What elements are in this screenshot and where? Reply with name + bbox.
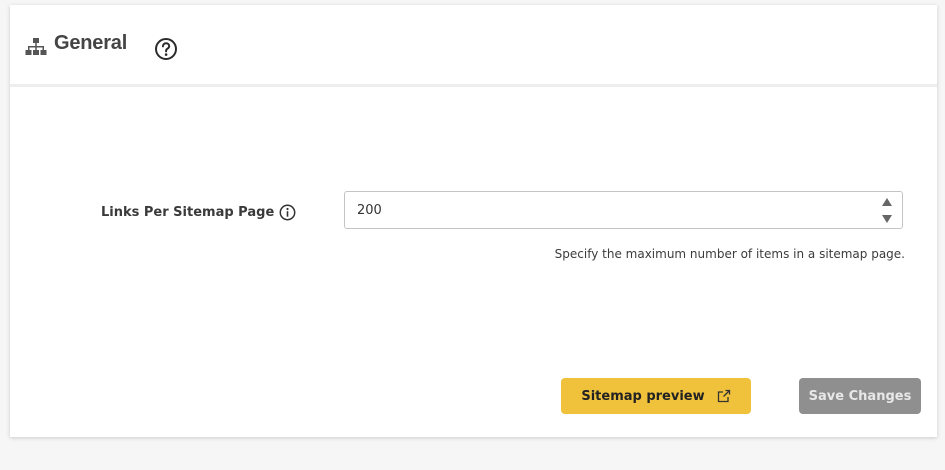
settings-panel: General Links Per Sitemap Page Specify t… <box>10 5 937 437</box>
info-circle-icon[interactable] <box>279 204 296 221</box>
save-changes-button[interactable]: Save Changes <box>799 378 921 414</box>
external-link-icon <box>717 389 730 403</box>
question-circle-icon[interactable] <box>154 37 178 61</box>
field-label-text: Links Per Sitemap Page <box>101 204 275 220</box>
sitemap-icon <box>25 38 47 55</box>
field-help-text: Specify the maximum number of items in a… <box>554 247 905 261</box>
links-per-page-label: Links Per Sitemap Page <box>101 201 296 223</box>
sitemap-preview-label: Sitemap preview <box>581 388 705 404</box>
page-title: General <box>54 32 128 54</box>
sitemap-preview-button[interactable]: Sitemap preview <box>561 378 751 414</box>
decrement-arrow-icon[interactable] <box>880 213 894 225</box>
links-per-page-field <box>344 191 903 229</box>
panel-header: General <box>10 5 937 87</box>
increment-arrow-icon[interactable] <box>880 196 894 208</box>
links-per-page-input[interactable] <box>345 192 865 228</box>
